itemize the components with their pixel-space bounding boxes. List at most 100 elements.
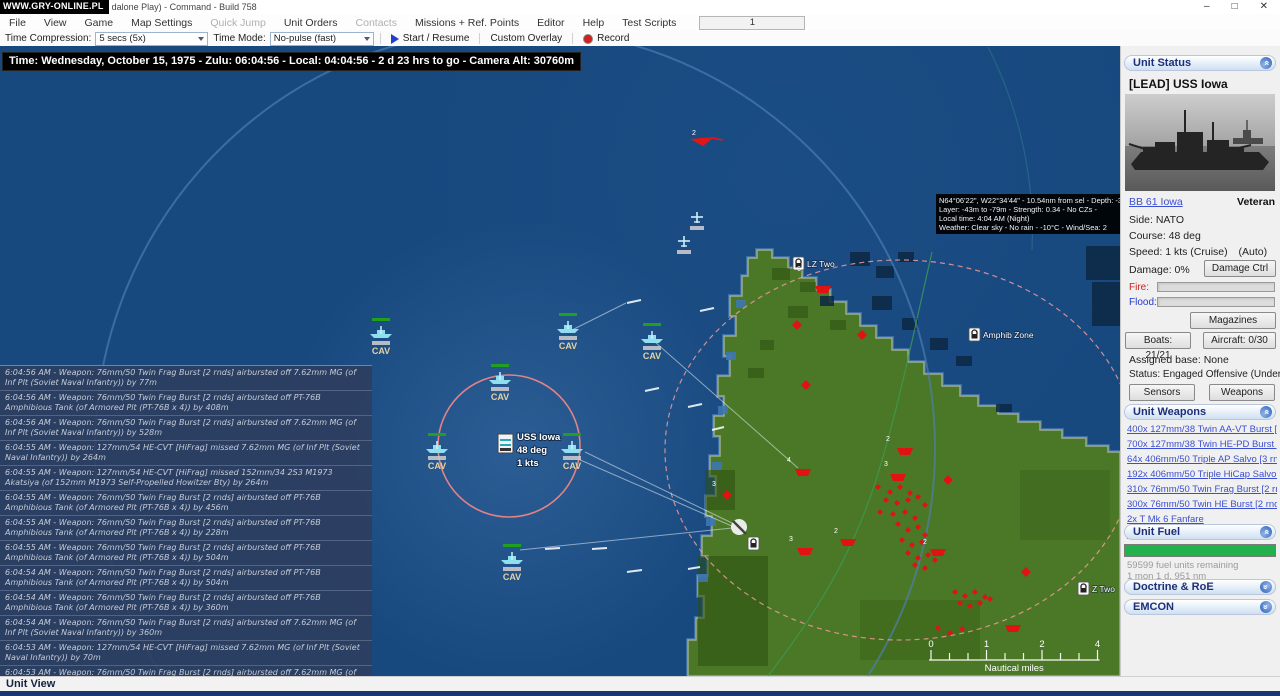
unit-count-label: 4 bbox=[787, 457, 791, 464]
menu-help[interactable]: Help bbox=[574, 16, 614, 30]
custom-overlay-label: Custom Overlay bbox=[490, 33, 563, 44]
weapon-link[interactable]: 192x 406mm/50 Triple HiCap Salvo [3 rnds… bbox=[1127, 467, 1277, 482]
weapon-link[interactable]: 64x 406mm/50 Triple AP Salvo [3 rnds] bbox=[1127, 452, 1277, 467]
map-canvas[interactable]: CAV CAV CAV CAV CAV CAV CAV USS Iowa 48 deg 1 kts… bbox=[0, 46, 1120, 676]
friendly-aircraft-icon[interactable] bbox=[677, 236, 691, 254]
ownship-icon[interactable]: USS Iowa 48 deg 1 kts bbox=[497, 431, 562, 470]
fuel-bar bbox=[1124, 544, 1276, 557]
start-resume-button[interactable]: Start / Resume bbox=[387, 33, 474, 44]
assigned-base-row: Assigned base: None bbox=[1129, 354, 1229, 366]
menu-test-scripts[interactable]: Test Scripts bbox=[613, 16, 685, 30]
health-bar bbox=[372, 318, 390, 321]
menu-file[interactable]: File bbox=[0, 16, 35, 30]
ownship-label-speed: 1 kts bbox=[517, 458, 539, 469]
weapon-link[interactable]: 700x 127mm/38 Twin HE-PD Burst [HiCap, 2… bbox=[1127, 437, 1277, 452]
health-bar bbox=[643, 323, 661, 326]
menu-missions-ref-points[interactable]: Missions + Ref. Points bbox=[406, 16, 528, 30]
friendly-ship-icon[interactable]: CAV bbox=[370, 318, 392, 356]
title-bar: WWW.GRY-ONLINE.PL dalone Play) - Command… bbox=[0, 0, 1280, 15]
unit-count-label: 3 bbox=[884, 461, 888, 468]
unit-status-header[interactable]: Unit Status » bbox=[1124, 55, 1276, 71]
hostile-air-contact bbox=[690, 137, 724, 146]
menu-map-settings[interactable]: Map Settings bbox=[122, 16, 201, 30]
scale-tick-label: 4 bbox=[1095, 639, 1100, 650]
log-entry: 6:04:55 AM - Weapon: 76mm/50 Twin Frag B… bbox=[0, 491, 372, 516]
expand-icon[interactable]: » bbox=[1260, 601, 1272, 613]
weapon-link[interactable]: 300x 76mm/50 Twin HE Burst [2 rnds] bbox=[1127, 497, 1277, 512]
map-tooltip: N64°06'22", W22°34'44" - 10.54nm from se… bbox=[936, 194, 1120, 234]
record-label: Record bbox=[597, 33, 630, 44]
collapse-icon[interactable]: » bbox=[1260, 526, 1272, 538]
menu-view[interactable]: View bbox=[35, 16, 76, 30]
unit-weapons-header[interactable]: Unit Weapons » bbox=[1124, 404, 1276, 420]
speed-auto: (Auto) bbox=[1238, 246, 1268, 258]
friendly-aircraft-icon[interactable] bbox=[690, 212, 704, 230]
aircraft-button[interactable]: Aircraft: 0/30 bbox=[1203, 332, 1276, 349]
boats-button[interactable]: Boats: 21/21 bbox=[1125, 332, 1191, 361]
unit-count-label: 2 bbox=[834, 528, 838, 535]
ref-point-label: Amphib Zone bbox=[983, 330, 1034, 340]
unit-count-label: 2 bbox=[692, 130, 696, 137]
log-entry: 6:04:55 AM - Weapon: 127mm/54 HE-CVT [Hi… bbox=[0, 466, 372, 491]
scale-tick-label: 0 bbox=[928, 639, 933, 650]
flood-bar bbox=[1157, 297, 1275, 307]
watermark: WWW.GRY-ONLINE.PL bbox=[0, 0, 109, 15]
record-button[interactable]: Record bbox=[579, 33, 633, 44]
time-mode-label: Time Mode: bbox=[213, 33, 266, 44]
menu-game[interactable]: Game bbox=[76, 16, 123, 30]
friendly-ship-icon[interactable]: CAV bbox=[501, 544, 523, 582]
doctrine-roe-header[interactable]: Doctrine & RoE » bbox=[1124, 579, 1276, 595]
log-entry: 6:04:53 AM - Weapon: 127mm/54 HE-CVT [Hi… bbox=[0, 641, 372, 666]
status-row: Status: Engaged Offensive (Underway) bbox=[1129, 369, 1280, 380]
tooltip-line: Layer: -43m to -79m - Strength: 0.34 - N… bbox=[939, 205, 1097, 214]
side-row: Side: NATO bbox=[1129, 214, 1185, 226]
unit-count-label: 3 bbox=[712, 481, 716, 488]
log-entry: 6:04:55 AM - Weapon: 76mm/50 Twin Frag B… bbox=[0, 541, 372, 566]
lock-icon bbox=[747, 536, 760, 551]
magazines-button[interactable]: Magazines bbox=[1190, 312, 1276, 329]
weapon-link[interactable]: 310x 76mm/50 Twin Frag Burst [2 rnds] bbox=[1127, 482, 1277, 497]
friendly-ship-icon[interactable]: CAV bbox=[426, 433, 448, 471]
tooltip-line: Weather: Clear sky - No rain - -10°C - W… bbox=[939, 223, 1107, 232]
emcon-header[interactable]: EMCON » bbox=[1124, 599, 1276, 615]
weapon-link[interactable]: 400x 127mm/38 Twin AA-VT Burst [AntiAirc… bbox=[1127, 422, 1277, 437]
sensors-button[interactable]: Sensors bbox=[1129, 384, 1195, 401]
ship-label: CAV bbox=[372, 346, 390, 356]
health-bar bbox=[503, 544, 521, 547]
message-log[interactable]: 6:04:56 AM - Weapon: 76mm/50 Twin Frag B… bbox=[0, 365, 372, 676]
collapse-icon[interactable]: » bbox=[1260, 57, 1272, 69]
tooltip-line: N64°06'22", W22°34'44" - 10.54nm from se… bbox=[939, 196, 1120, 205]
unit-photo bbox=[1125, 94, 1275, 191]
weapons-button[interactable]: Weapons bbox=[1209, 384, 1275, 401]
custom-overlay-button[interactable]: Custom Overlay bbox=[486, 33, 566, 44]
friendly-ship-icon[interactable]: CAV bbox=[489, 364, 511, 402]
unit-fuel-title: Unit Fuel bbox=[1133, 526, 1181, 538]
ship-label: CAV bbox=[491, 392, 509, 402]
menu-editor[interactable]: Editor bbox=[528, 16, 573, 30]
menu-quick-jump[interactable]: Quick Jump bbox=[201, 16, 274, 30]
health-bar bbox=[559, 313, 577, 316]
unit-class-link[interactable]: BB 61 Iowa bbox=[1129, 196, 1183, 208]
minimize-button[interactable]: – bbox=[1204, 2, 1210, 12]
unit-fuel-header[interactable]: Unit Fuel » bbox=[1124, 524, 1276, 540]
ref-point-label: Z Two bbox=[1092, 584, 1115, 594]
menu-unit-orders[interactable]: Unit Orders bbox=[275, 16, 347, 30]
close-button[interactable]: ✕ bbox=[1260, 2, 1268, 12]
status-bar: Unit View bbox=[0, 676, 1280, 691]
unit-count-label: 6 bbox=[797, 266, 801, 273]
damage-ctrl-button[interactable]: Damage Ctrl bbox=[1204, 260, 1276, 277]
time-compression-value: 5 secs (5x) bbox=[99, 33, 146, 44]
restore-button[interactable]: □ bbox=[1232, 2, 1238, 12]
health-bar bbox=[563, 433, 581, 436]
chevron-down-icon bbox=[363, 36, 370, 41]
script-count-box[interactable]: 1 bbox=[699, 15, 806, 30]
unit-tag bbox=[491, 387, 509, 391]
collapse-icon[interactable]: » bbox=[1260, 406, 1272, 418]
time-mode-select[interactable]: No-pulse (fast) bbox=[269, 31, 374, 46]
expand-icon[interactable]: » bbox=[1260, 581, 1272, 593]
time-compression-select[interactable]: 5 secs (5x) bbox=[95, 31, 209, 46]
menu-contacts[interactable]: Contacts bbox=[347, 16, 406, 30]
friendly-ship-icon[interactable]: CAV bbox=[557, 313, 579, 351]
friendly-ship-icon[interactable]: CAV bbox=[641, 323, 663, 361]
time-mode-value: No-pulse (fast) bbox=[273, 33, 337, 44]
